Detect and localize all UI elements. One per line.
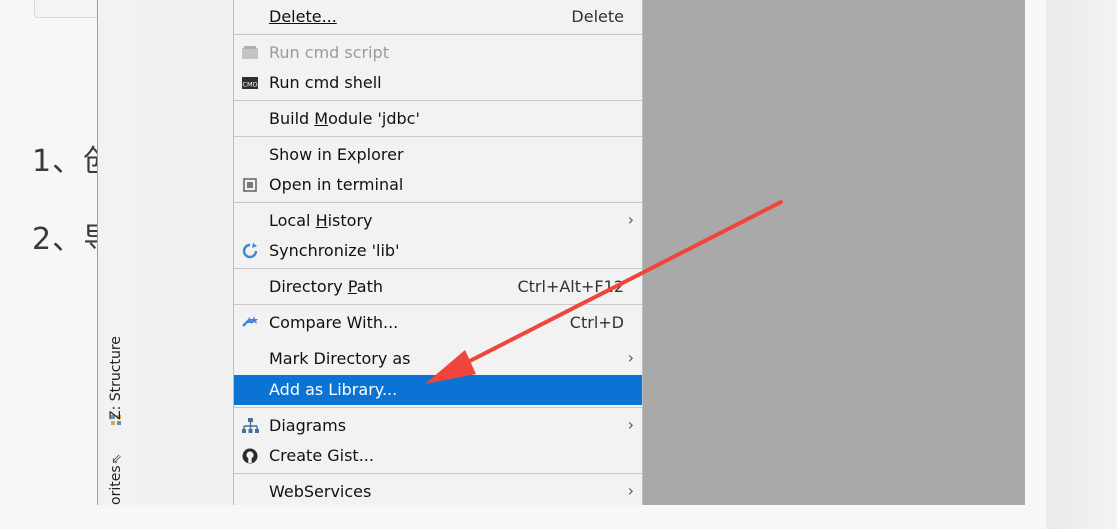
annotation-arrow-icon xyxy=(425,200,783,384)
